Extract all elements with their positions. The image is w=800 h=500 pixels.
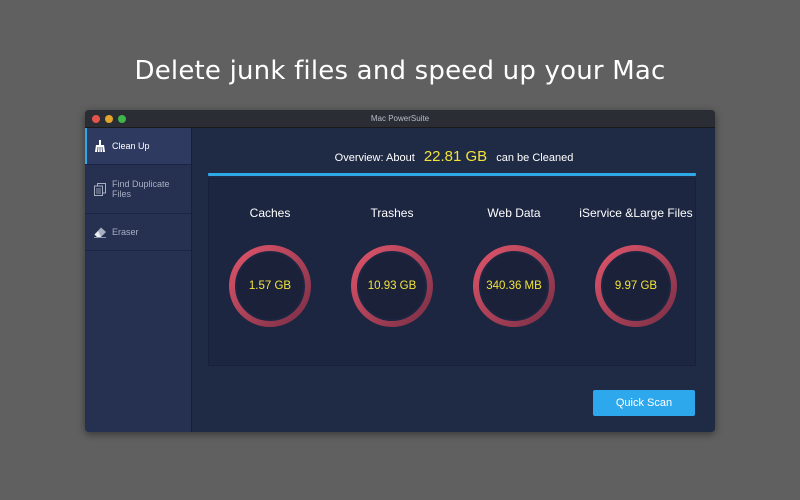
sidebar-item-eraser[interactable]: Eraser xyxy=(85,214,191,251)
category-value: 9.97 GB xyxy=(614,280,658,292)
sidebar-item-find-duplicate-files[interactable]: Find Duplicate Files xyxy=(85,165,191,214)
overview-summary: Overview: About 22.81 GB can be Cleaned xyxy=(193,148,715,165)
sidebar-item-label: Find Duplicate Files xyxy=(112,179,170,199)
broom-icon xyxy=(93,139,107,153)
sidebar-item-clean-up[interactable]: Clean Up xyxy=(85,128,191,165)
window-title: Mac PowerSuite xyxy=(370,114,430,123)
category-label: iService &Large Files xyxy=(579,206,693,220)
category-label: Caches xyxy=(249,206,291,220)
headline: Delete junk files and speed up your Mac xyxy=(134,56,666,86)
category-gauge: 9.97 GB xyxy=(593,243,679,329)
category-gauge: 340.36 MB xyxy=(471,243,557,329)
category-value: 1.57 GB xyxy=(248,280,292,292)
category-label: Web Data xyxy=(487,206,541,220)
sidebar-item-label: Eraser xyxy=(112,227,139,237)
category-iservice-large-files: iService &Large Files 9.97 GB xyxy=(575,179,697,367)
eraser-icon xyxy=(93,225,107,239)
quick-scan-button[interactable]: Quick Scan xyxy=(593,390,695,416)
main-content: Overview: About 22.81 GB can be Cleaned … xyxy=(193,128,715,432)
overview-amount: 22.81 GB xyxy=(423,148,488,165)
category-web-data: Web Data 340.36 MB xyxy=(453,179,575,367)
title-bar: Mac PowerSuite xyxy=(85,110,715,128)
category-trashes: Trashes 10.93 GB xyxy=(331,179,453,367)
category-gauge: 1.57 GB xyxy=(227,243,313,329)
overview-divider xyxy=(208,173,696,176)
category-value: 10.93 GB xyxy=(367,280,417,292)
overview-prefix: Overview: About xyxy=(334,152,415,164)
category-value: 340.36 MB xyxy=(486,280,542,292)
sidebar-item-label: Clean Up xyxy=(112,141,150,151)
category-gauge: 10.93 GB xyxy=(349,243,435,329)
sidebar: Clean Up Find Duplicate Files Eraser xyxy=(85,128,192,432)
category-label: Trashes xyxy=(370,206,414,220)
categories-panel: Caches 1.57 GB Trashes 10.93 GB Web Data… xyxy=(208,178,696,366)
duplicate-files-icon xyxy=(93,182,107,196)
app-window: Mac PowerSuite Clean Up Find Duplicate F… xyxy=(85,110,715,432)
overview-suffix: can be Cleaned xyxy=(496,152,574,164)
category-caches: Caches 1.57 GB xyxy=(209,179,331,367)
